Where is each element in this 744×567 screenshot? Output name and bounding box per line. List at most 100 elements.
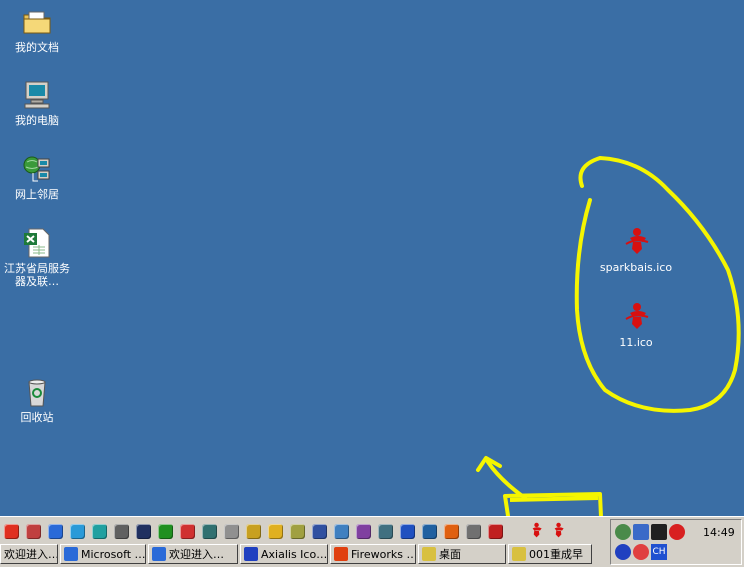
file-label: 11.ico — [619, 336, 653, 349]
desktop-icon-label: 网上邻居 — [15, 188, 59, 201]
tray-blocked-icon[interactable] — [633, 544, 649, 560]
taskbar-button[interactable]: Axialis Ico… — [240, 544, 328, 564]
desktop-icon-label: 江苏省局服务器及联… — [4, 262, 70, 288]
desktop-icon-network[interactable]: 网上邻居 — [1, 153, 73, 201]
desktop-icon-label: 回收站 — [20, 411, 54, 424]
quick-launch-icon[interactable] — [132, 521, 154, 541]
computer-icon — [24, 81, 50, 109]
quick-launch-icon[interactable] — [418, 521, 440, 541]
quick-launch-icon[interactable] — [154, 521, 176, 541]
taskbar-button[interactable]: Microsoft … — [60, 544, 146, 564]
app-icon — [91, 523, 107, 539]
taskbar-button[interactable]: Fireworks … — [330, 544, 416, 564]
quick-launch-icon[interactable] — [330, 521, 352, 541]
quick-launch-icon[interactable] — [308, 521, 330, 541]
taskbar-button-label: Axialis Ico… — [261, 547, 328, 561]
taskbar-button-label: 欢迎进入… — [169, 548, 224, 561]
network-icon — [23, 156, 50, 182]
quick-launch-icon[interactable] — [286, 521, 308, 541]
app-icon — [69, 523, 85, 539]
desktop-file-sparkbais-ico[interactable]: sparkbais.ico — [594, 225, 678, 274]
taskbar-button-label: 欢迎进入… — [4, 548, 58, 561]
app-icon — [443, 523, 459, 539]
quick-launch-icon[interactable] — [44, 521, 66, 541]
red-mascot-icon — [625, 303, 649, 329]
quick-launch-icon[interactable] — [22, 521, 44, 541]
tray-flash-icon[interactable] — [669, 524, 685, 540]
quick-launch-icon[interactable] — [484, 521, 506, 541]
axialis-icon — [244, 547, 258, 561]
desktop-icon-recycle-bin[interactable]: 回收站 — [1, 376, 73, 424]
app-icon — [179, 523, 195, 539]
ie-icon — [152, 547, 166, 561]
clock[interactable]: 14:49 — [703, 526, 735, 539]
app-icon — [333, 523, 349, 539]
quick-launch-icon[interactable] — [110, 521, 132, 541]
app-icon — [3, 523, 19, 539]
annotation-overlay — [476, 155, 741, 544]
tray-display-icon[interactable] — [651, 524, 667, 540]
taskbar-button-label: 桌面 — [439, 548, 461, 561]
app-icon — [377, 523, 393, 539]
system-tray: CH 14:49 — [610, 519, 742, 565]
quick-launch-icon[interactable] — [198, 521, 220, 541]
fireworks-icon — [334, 547, 348, 561]
desktop-icon-my-computer[interactable]: 我的电脑 — [1, 79, 73, 127]
app-icon — [25, 523, 41, 539]
app-icon — [47, 523, 63, 539]
quick-launch-icon[interactable] — [462, 521, 484, 541]
quick-launch-icon[interactable] — [88, 521, 110, 541]
taskbar-button[interactable]: 欢迎进入… — [0, 544, 58, 564]
taskbar-button-label: 001重成早 — [529, 548, 583, 561]
app-icon — [245, 523, 261, 539]
app-icon — [113, 523, 129, 539]
recycle-bin-icon — [28, 379, 46, 407]
explorer-icon — [422, 547, 436, 561]
tray-language-indicator[interactable]: CH — [651, 544, 667, 560]
app-icon — [267, 523, 283, 539]
app-icon — [399, 523, 415, 539]
quick-launch-icon[interactable] — [440, 521, 462, 541]
app-icon — [157, 523, 173, 539]
annotation-arrow — [476, 456, 527, 500]
excel-file-icon — [24, 228, 50, 258]
desktop-file-11-ico[interactable]: 11.ico — [594, 300, 678, 349]
desktop-icon-my-documents[interactable]: 我的文档 — [1, 6, 73, 54]
quick-launch-icon[interactable] — [176, 521, 198, 541]
taskbar-button[interactable]: 欢迎进入… — [148, 544, 238, 564]
tray-users-icon[interactable] — [633, 524, 649, 540]
app-icon — [421, 523, 437, 539]
ie-icon — [64, 547, 78, 561]
folder-documents-icon — [23, 11, 51, 34]
red-mascot-icon — [625, 228, 649, 254]
taskbar-button[interactable]: 001重成早 — [508, 544, 592, 564]
quick-launch-icon[interactable] — [0, 521, 22, 541]
task-buttons: 欢迎进入… Microsoft … 欢迎进入… Axialis Ico… Firewor… — [0, 544, 594, 566]
app-icon — [289, 523, 305, 539]
file-label: sparkbais.ico — [599, 261, 673, 274]
quick-launch-icon[interactable] — [242, 521, 264, 541]
quick-launch-icon[interactable] — [66, 521, 88, 541]
app-icon — [487, 523, 503, 539]
quick-launch-icon[interactable] — [374, 521, 396, 541]
quick-launch-icon[interactable] — [220, 521, 242, 541]
desktop-icon-label: 我的电脑 — [15, 114, 59, 127]
tray-update-icon[interactable] — [615, 524, 631, 540]
quick-launch-icon[interactable] — [352, 521, 374, 541]
taskbar-button[interactable]: 桌面 — [418, 544, 506, 564]
taskbar-button-label: Microsoft … — [81, 547, 146, 561]
quick-launch-icon[interactable] — [396, 521, 418, 541]
desktop-icon-excel-file[interactable]: 江苏省局服务器及联… — [1, 227, 73, 288]
desktop-icon-label: 我的文档 — [15, 41, 59, 54]
app-icon — [201, 523, 217, 539]
quick-launch-mascot-icon[interactable] — [527, 521, 545, 539]
app-icon — [311, 523, 327, 539]
quick-launch-mascot-icon[interactable] — [549, 521, 567, 539]
taskbar: 欢迎进入… Microsoft … 欢迎进入… Axialis Ico… Firewor… — [0, 516, 744, 567]
taskbar-button-label: Fireworks … — [351, 547, 416, 561]
quick-launch-icon[interactable] — [264, 521, 286, 541]
app-icon — [135, 523, 151, 539]
app-icon — [223, 523, 239, 539]
tray-eye-icon[interactable] — [615, 544, 631, 560]
app-icon — [355, 523, 371, 539]
